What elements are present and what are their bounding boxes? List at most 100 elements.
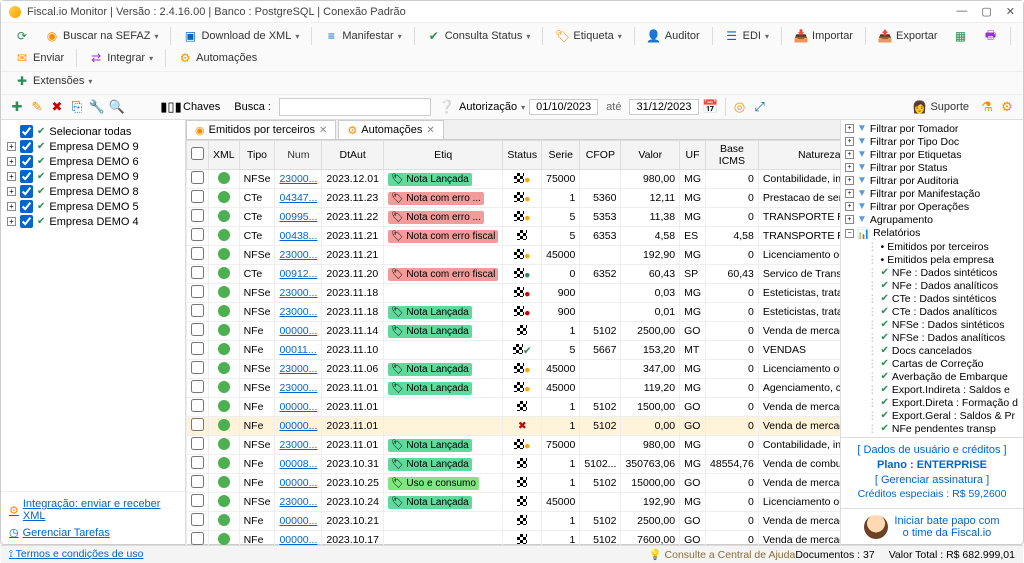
close-icon[interactable]: ✕: [319, 125, 327, 136]
edi-button[interactable]: ☰EDI▾: [719, 27, 775, 45]
row-checkbox[interactable]: [191, 171, 204, 184]
help-icon[interactable]: ❔: [439, 99, 455, 115]
buscar-sefaz-button[interactable]: ◉Buscar na SEFAZ▾: [39, 27, 164, 45]
row-checkbox[interactable]: [191, 190, 204, 203]
filter-row[interactable]: +▼Agrupamento: [845, 213, 1019, 226]
chat-prompt[interactable]: Iniciar bate papo como time da Fiscal.io: [841, 508, 1023, 545]
company-row[interactable]: +✔Empresa DEMO 9: [5, 139, 181, 154]
row-checkbox[interactable]: [191, 399, 204, 412]
col-serie[interactable]: Serie: [542, 141, 580, 170]
export-excel-icon[interactable]: ▦: [948, 27, 974, 45]
num-link[interactable]: 00912...: [275, 265, 322, 284]
suporte-button[interactable]: 👩Suporte: [906, 98, 975, 116]
row-checkbox[interactable]: [191, 380, 204, 393]
report-item[interactable]: ⋮✔Docs cancelados: [845, 344, 1019, 357]
company-checkbox[interactable]: [20, 155, 33, 168]
relatorios-header[interactable]: −📊Relatórios: [845, 226, 1019, 240]
refresh-icon[interactable]: ⟳: [9, 27, 35, 45]
dados-usuario-link[interactable]: [ Dados de usuário e créditos ]: [857, 444, 1006, 456]
report-item[interactable]: ⋮✔Cartas de Correção: [845, 357, 1019, 370]
row-checkbox[interactable]: [191, 475, 204, 488]
report-item[interactable]: ⋮✔NFSe : Dados analíticos: [845, 331, 1019, 344]
num-link[interactable]: 23000...: [275, 360, 322, 379]
collapse-icon[interactable]: −: [845, 229, 854, 238]
filter-row[interactable]: +▼Filtrar por Manifestação: [845, 187, 1019, 200]
consulta-status-button[interactable]: ✔Consulta Status▾: [421, 27, 537, 45]
filter-row[interactable]: +▼Filtrar por Tomador: [845, 122, 1019, 135]
edit-icon[interactable]: ✎: [29, 99, 45, 115]
manifestar-button[interactable]: ≡Manifestar▾: [318, 27, 407, 45]
filter-row[interactable]: +▼Filtrar por Operações: [845, 200, 1019, 213]
row-checkbox[interactable]: [191, 418, 204, 431]
expand-icon[interactable]: +: [845, 215, 854, 224]
copy-icon[interactable]: ⎘: [69, 99, 85, 115]
row-checkbox[interactable]: [191, 323, 204, 336]
report-item[interactable]: ⋮✔NFe : Dados sintéticos: [845, 266, 1019, 279]
automacoes-button[interactable]: ⚙Automações: [172, 49, 263, 67]
table-row[interactable]: NFSe23000...2023.11.01🏷 Nota Lançada●450…: [187, 379, 841, 398]
date-from[interactable]: 01/10/2023: [529, 99, 598, 115]
num-link[interactable]: 23000...: [275, 170, 322, 189]
filter-row[interactable]: +▼Filtrar por Etiquetas: [845, 148, 1019, 161]
gerenciar-assinatura-link[interactable]: [ Gerenciar assinatura ]: [875, 474, 989, 486]
add-icon[interactable]: ✚: [9, 99, 25, 115]
autorizacao-label[interactable]: Autorização: [459, 101, 517, 113]
report-item[interactable]: ⋮✔NFSe : Dados sintéticos: [845, 318, 1019, 331]
col-uf[interactable]: UF: [680, 141, 706, 170]
table-row[interactable]: NFSe23000...2023.11.18●9000,03MG0Estetic…: [187, 284, 841, 303]
row-checkbox[interactable]: [191, 437, 204, 450]
col-nat[interactable]: Natureza: [758, 141, 840, 170]
col-xml[interactable]: XML: [209, 141, 240, 170]
row-checkbox[interactable]: [191, 361, 204, 374]
filter-row[interactable]: +▼Filtrar por Status: [845, 161, 1019, 174]
company-checkbox[interactable]: [20, 170, 33, 183]
documents-grid[interactable]: XML Tipo Num DtAut Etiq Status Serie CFO…: [186, 140, 840, 545]
report-item[interactable]: ⋮•Emitidos pela empresa: [845, 253, 1019, 266]
expand-icon[interactable]: +: [845, 202, 854, 211]
company-checkbox[interactable]: [20, 200, 33, 213]
table-row[interactable]: CTe00995...2023.11.22🏷 Nota com erro ...…: [187, 208, 841, 227]
importar-button[interactable]: 📥Importar: [788, 27, 859, 45]
gear-icon[interactable]: ⚙: [999, 99, 1015, 115]
table-row[interactable]: NFe00000...2023.11.14🏷 Nota Lançada15102…: [187, 322, 841, 341]
table-row[interactable]: NFSe23000...2023.10.24🏷 Nota Lançada4500…: [187, 493, 841, 512]
select-all-checkbox[interactable]: [20, 125, 33, 138]
select-all-row[interactable]: ✔ Selecionar todas: [5, 124, 181, 139]
table-row[interactable]: NFSe23000...2023.12.01🏷 Nota Lançada●750…: [187, 170, 841, 189]
col-valor[interactable]: Valor: [621, 141, 680, 170]
close-button[interactable]: ✕: [1006, 5, 1015, 18]
tarefas-link[interactable]: ◷Gerenciar Tarefas: [9, 524, 177, 541]
expand-icon[interactable]: +: [845, 150, 854, 159]
report-item[interactable]: ⋮✔Export.Direta : Formação d: [845, 396, 1019, 409]
funnel-icon[interactable]: ⚗: [979, 99, 995, 115]
integracao-link[interactable]: ⚙Integração: enviar e receber XML: [9, 496, 177, 524]
expand-icon[interactable]: +: [845, 189, 854, 198]
num-link[interactable]: 00000...: [275, 322, 322, 341]
col-tipo[interactable]: Tipo: [239, 141, 275, 170]
company-checkbox[interactable]: [20, 185, 33, 198]
table-row[interactable]: NFe00000...2023.11.01✖151020,00GO0Venda …: [187, 417, 841, 436]
expand-icon[interactable]: +: [7, 172, 16, 181]
table-row[interactable]: CTe00912...2023.11.20🏷 Nota com erro fis…: [187, 265, 841, 284]
row-checkbox[interactable]: [191, 285, 204, 298]
tab-emitidos[interactable]: ◉Emitidos por terceiros✕: [186, 120, 336, 139]
expand-icon[interactable]: +: [7, 142, 16, 151]
num-link[interactable]: 00000...: [275, 398, 322, 417]
num-link[interactable]: 00438...: [275, 227, 322, 246]
row-checkbox[interactable]: [191, 228, 204, 241]
report-item[interactable]: ⋮✔Averbação de Embarque: [845, 370, 1019, 383]
num-link[interactable]: 04347...: [275, 189, 322, 208]
num-link[interactable]: 00000...: [275, 531, 322, 546]
target-icon[interactable]: ◎: [732, 99, 748, 115]
termos-link[interactable]: ⟟ Termos e condições de uso: [9, 548, 143, 561]
minimize-button[interactable]: —: [956, 5, 967, 18]
row-checkbox[interactable]: [191, 513, 204, 526]
close-icon[interactable]: ✕: [426, 125, 434, 136]
exportar-button[interactable]: 📤Exportar: [872, 27, 944, 45]
num-link[interactable]: 00008...: [275, 455, 322, 474]
num-link[interactable]: 00000...: [275, 474, 322, 493]
num-link[interactable]: 23000...: [275, 246, 322, 265]
extensoes-button[interactable]: ✚Extensões▾: [9, 72, 98, 90]
row-checkbox[interactable]: [191, 266, 204, 279]
filter-row[interactable]: +▼Filtrar por Tipo Doc: [845, 135, 1019, 148]
